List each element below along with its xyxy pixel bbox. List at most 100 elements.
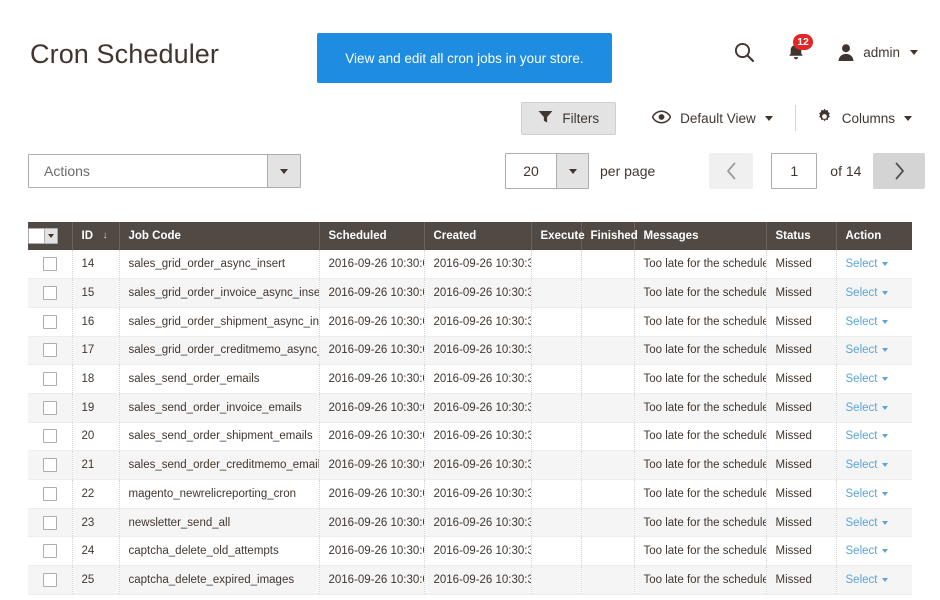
actions-dropdown-arrow[interactable] xyxy=(267,155,300,187)
row-action-select-link[interactable]: Select xyxy=(846,574,889,586)
column-header-job-code[interactable]: Job Code xyxy=(119,222,320,250)
cell-action[interactable]: Select xyxy=(836,336,912,366)
table-row[interactable]: 24 captcha_delete_old_attempts 2016-09-26 … xyxy=(28,536,912,567)
column-header-messages[interactable]: Messages xyxy=(634,222,767,250)
select-all-dropdown[interactable] xyxy=(28,228,58,244)
row-select-cell[interactable] xyxy=(28,250,73,280)
table-row[interactable]: 14 sales_grid_order_async_insert 2016-09-2… xyxy=(28,250,912,280)
cell-execute xyxy=(531,536,582,567)
row-action-select-link[interactable]: Select xyxy=(846,459,889,471)
next-page-button[interactable] xyxy=(873,153,926,189)
column-label-id: ID xyxy=(81,230,94,242)
row-action-select-link[interactable]: Select xyxy=(846,287,889,299)
row-checkbox[interactable] xyxy=(42,486,57,501)
per-page-dropdown[interactable]: 20 xyxy=(505,153,589,189)
row-select-cell[interactable] xyxy=(28,393,73,423)
row-action-select-link[interactable]: Select xyxy=(846,517,889,529)
cell-action[interactable]: Select xyxy=(836,393,912,423)
column-header-id[interactable]: ID ↓ xyxy=(72,222,120,250)
cell-job-code: sales_send_order_shipment_emails xyxy=(119,422,320,452)
cell-status: Missed xyxy=(766,307,837,337)
row-checkbox[interactable] xyxy=(42,286,57,301)
row-action-select-link[interactable]: Select xyxy=(846,545,889,557)
cell-action[interactable]: Select xyxy=(836,565,912,595)
cell-action[interactable]: Select xyxy=(836,536,912,567)
row-action-select-link[interactable]: Select xyxy=(846,373,889,385)
row-checkbox[interactable] xyxy=(42,572,57,587)
row-action-select-link[interactable]: Select xyxy=(846,402,889,414)
table-row[interactable]: 20 sales_send_order_shipment_emails 2016-0… xyxy=(28,422,912,452)
cell-execute xyxy=(531,364,582,394)
per-page-dropdown-arrow[interactable] xyxy=(556,154,588,188)
search-icon[interactable] xyxy=(727,38,761,66)
cell-action[interactable]: Select xyxy=(836,508,912,538)
table-row[interactable]: 25 captcha_delete_expired_images 2016-09-2… xyxy=(28,565,912,595)
cell-action[interactable]: Select xyxy=(836,278,912,308)
column-header-action[interactable]: Action xyxy=(836,222,912,250)
select-all-header[interactable] xyxy=(28,222,73,250)
row-checkbox[interactable] xyxy=(42,515,57,530)
row-select-cell[interactable] xyxy=(28,565,73,595)
table-row[interactable]: 17sales_grid_order_creditmemo_async_inse… xyxy=(28,336,912,366)
cell-action[interactable]: Select xyxy=(836,364,912,394)
user-menu[interactable]: admin xyxy=(837,43,918,62)
row-action-select-link[interactable]: Select xyxy=(846,344,889,356)
filters-button[interactable]: Filters xyxy=(521,101,617,135)
cell-finished xyxy=(581,307,635,337)
select-all-arrow[interactable] xyxy=(44,229,57,243)
table-row[interactable]: 23newsletter_send_all2016-09-26 10:30:00… xyxy=(28,508,912,538)
cell-action[interactable]: Select xyxy=(836,450,912,480)
view-edit-cron-jobs-button[interactable]: View and edit all cron jobs in your stor… xyxy=(317,33,612,83)
row-select-cell[interactable] xyxy=(28,364,73,394)
row-select-cell[interactable] xyxy=(28,307,73,337)
cell-action[interactable]: Select xyxy=(836,479,912,509)
cell-execute xyxy=(531,278,582,308)
table-row[interactable]: 21 sales_send_order_creditmemo_emails 2016… xyxy=(28,450,912,480)
row-select-cell[interactable] xyxy=(28,336,73,366)
page-number-input[interactable]: 1 xyxy=(771,153,818,189)
table-row[interactable]: 15 sales_grid_order_invoice_async_insert 2… xyxy=(28,278,912,308)
row-checkbox[interactable] xyxy=(42,372,57,387)
page-header: Cron Scheduler View and edit all cron jo… xyxy=(0,0,940,92)
actions-dropdown[interactable]: Actions xyxy=(28,154,301,188)
cell-action[interactable]: Select xyxy=(836,422,912,452)
row-action-select-link[interactable]: Select xyxy=(846,258,889,270)
row-checkbox[interactable] xyxy=(42,343,57,358)
row-checkbox[interactable] xyxy=(42,429,57,444)
column-header-scheduled[interactable]: Scheduled xyxy=(319,222,425,250)
column-header-execute[interactable]: Execute xyxy=(531,222,585,250)
row-checkbox[interactable] xyxy=(42,257,57,272)
row-action-select-link[interactable]: Select xyxy=(846,488,889,500)
columns-button[interactable]: Columns xyxy=(804,102,918,135)
row-select-cell[interactable] xyxy=(28,536,73,567)
column-header-status[interactable]: Status xyxy=(766,222,837,250)
default-view-button[interactable]: Default View xyxy=(634,102,787,135)
row-select-cell[interactable] xyxy=(28,278,73,308)
table-row[interactable]: 19 sales_send_order_invoice_emails 2016-09… xyxy=(28,393,912,423)
row-checkbox[interactable] xyxy=(42,458,57,473)
row-select-cell[interactable] xyxy=(28,422,73,452)
cell-status: Missed xyxy=(766,565,837,595)
previous-page-button[interactable] xyxy=(709,153,754,189)
chevron-down-icon xyxy=(882,291,889,296)
row-action-select-link[interactable]: Select xyxy=(846,316,889,328)
row-action-select-link[interactable]: Select xyxy=(846,430,889,442)
table-row[interactable]: 16 sales_grid_order_shipment_async_insert… xyxy=(28,307,912,337)
cell-messages: Too late for the schedule xyxy=(634,479,767,509)
column-header-finished[interactable]: Finished xyxy=(581,222,638,250)
notifications-bell-icon[interactable]: 12 xyxy=(783,34,813,66)
column-header-created[interactable]: Created xyxy=(424,222,532,250)
row-checkbox[interactable] xyxy=(42,544,57,559)
row-checkbox[interactable] xyxy=(42,400,57,415)
select-all-checkbox[interactable] xyxy=(29,229,44,243)
row-checkbox[interactable] xyxy=(42,314,57,329)
row-select-cell[interactable] xyxy=(28,479,73,509)
cell-created: 2016-09-26 10:30:36 xyxy=(424,336,532,366)
cell-finished xyxy=(581,364,635,394)
row-select-cell[interactable] xyxy=(28,450,73,480)
row-select-cell[interactable] xyxy=(28,508,73,538)
table-row[interactable]: 18 sales_send_order_emails 2016-09-26 10:3… xyxy=(28,364,912,394)
cell-action[interactable]: Select xyxy=(836,250,912,280)
cell-action[interactable]: Select xyxy=(836,307,912,337)
table-row[interactable]: 22 magento_newrelicreporting_cron 2016-09-… xyxy=(28,479,912,509)
